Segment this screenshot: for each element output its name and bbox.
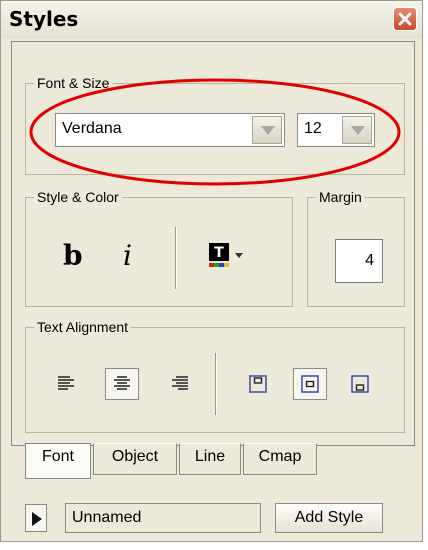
vertical-align-top-icon xyxy=(249,375,267,393)
align-center-button[interactable] xyxy=(105,368,139,400)
font-family-dropdown-button[interactable] xyxy=(252,116,282,144)
tab-cmap-label: Cmap xyxy=(258,448,302,465)
font-size-value: 12 xyxy=(304,120,322,137)
text-color-button[interactable]: T xyxy=(209,243,265,273)
tab-line-label: Line xyxy=(194,448,226,465)
add-style-button[interactable]: Add Style xyxy=(275,503,383,533)
separator xyxy=(175,227,177,289)
font-family-value: Verdana xyxy=(62,120,122,137)
close-button[interactable] xyxy=(393,7,417,31)
align-right-button[interactable] xyxy=(165,369,195,399)
font-family-select[interactable]: Verdana xyxy=(55,113,285,147)
vertical-align-middle-icon xyxy=(301,375,319,393)
margin-legend: Margin xyxy=(316,187,365,207)
style-color-legend: Style & Color xyxy=(34,187,122,207)
align-left-button[interactable] xyxy=(51,369,81,399)
text-alignment-legend: Text Alignment xyxy=(34,317,132,337)
margin-input[interactable]: 4 xyxy=(335,239,383,283)
style-name-field[interactable]: Unnamed xyxy=(65,503,261,533)
bold-button[interactable]: b xyxy=(63,239,83,272)
close-icon xyxy=(398,12,412,26)
tab-object-label: Object xyxy=(111,448,159,465)
align-left-icon xyxy=(58,376,74,390)
tab-font-label: Font xyxy=(41,448,74,465)
dropdown-arrow-icon xyxy=(261,126,275,135)
font-size-legend: Font & Size xyxy=(34,73,113,93)
vertical-align-bottom-button[interactable] xyxy=(345,369,375,399)
font-size-dropdown-button[interactable] xyxy=(342,116,372,144)
tab-cmap[interactable]: Cmap xyxy=(243,443,317,475)
window-title: Styles xyxy=(9,7,79,31)
tab-object[interactable]: Object xyxy=(93,443,177,475)
separator xyxy=(215,353,217,415)
play-icon xyxy=(32,512,42,526)
tab-font[interactable]: Font xyxy=(25,443,91,479)
vertical-align-bottom-icon xyxy=(351,375,369,393)
align-center-icon xyxy=(114,376,130,390)
dropdown-arrow-icon xyxy=(351,126,365,135)
tab-line[interactable]: Line xyxy=(179,443,241,475)
text-color-icon: T xyxy=(209,243,243,267)
styles-window: Styles Font & Size Verdana 12 Style & Co… xyxy=(0,0,423,542)
font-size-select[interactable]: 12 xyxy=(297,113,375,147)
vertical-align-top-button[interactable] xyxy=(243,369,273,399)
title-bar[interactable]: Styles xyxy=(1,1,422,39)
italic-button[interactable]: i xyxy=(123,239,132,272)
align-right-icon xyxy=(172,376,188,390)
svg-text:T: T xyxy=(214,245,224,261)
apply-style-button[interactable] xyxy=(25,504,47,532)
vertical-align-middle-button[interactable] xyxy=(293,368,327,400)
